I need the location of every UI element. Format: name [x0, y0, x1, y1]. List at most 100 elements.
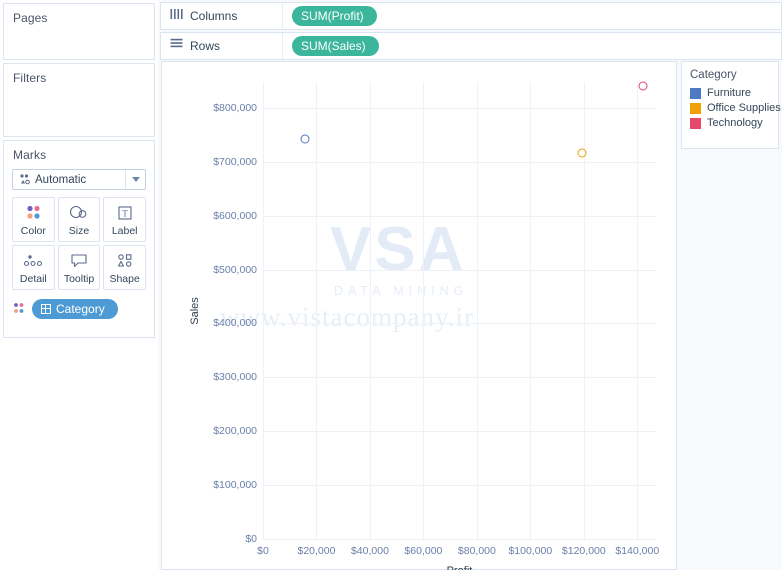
gridline-vertical	[476, 82, 478, 539]
mark-button-shape-label: Shape	[109, 272, 140, 285]
legend-items: Furniture Office Supplies Technology	[690, 87, 781, 129]
mark-buttons-grid: Color Size T Label Detail Tooltip Shape	[12, 197, 146, 290]
gridline-horizontal	[263, 377, 656, 379]
mark-button-tooltip[interactable]: Tooltip	[57, 245, 101, 290]
gridline-vertical	[316, 82, 318, 539]
x-axis-title: Profit	[447, 565, 473, 570]
filters-card: Filters	[3, 63, 155, 137]
mark-button-shape[interactable]: Shape	[103, 245, 146, 290]
left-side-bar: Pages Filters Marks Automatic Color Size…	[0, 0, 158, 570]
columns-shelf-label-box: Columns	[161, 3, 283, 29]
gridline-horizontal	[263, 107, 656, 109]
mark-button-label-label: Label	[111, 224, 138, 237]
x-axis-tick-label: $20,000	[297, 545, 336, 557]
mark-button-detail-label: Detail	[19, 272, 47, 285]
mark-button-label[interactable]: T Label	[103, 197, 146, 242]
color-dots-icon	[23, 203, 43, 223]
color-dots-icon-small	[12, 301, 26, 317]
y-axis-tick-label: $100,000	[213, 479, 257, 492]
mark-button-size-label: Size	[68, 224, 90, 237]
rows-shelf-content[interactable]: SUM(Sales)	[283, 36, 781, 56]
gridline-vertical	[423, 82, 425, 539]
rows-shelf[interactable]: Rows SUM(Sales)	[160, 32, 782, 60]
columns-shelf-label: Columns	[190, 9, 238, 23]
filters-card-title: Filters	[13, 71, 47, 85]
category-legend: Category Furniture Office Supplies Technol…	[681, 61, 781, 149]
y-axis-tick-label: $300,000	[213, 371, 257, 384]
marks-pill-category-label: Category	[56, 302, 105, 316]
gridline-vertical	[263, 82, 264, 539]
tableau-worksheet: Pages Filters Marks Automatic Color Size…	[0, 0, 782, 570]
gridline-horizontal	[263, 215, 656, 217]
mark-button-color-label: Color	[20, 224, 46, 237]
scatter-plot-area[interactable]: $0 $100,000 $200,000 $300,000 $400,000 $500,0…	[189, 81, 659, 570]
gridline-horizontal	[263, 161, 656, 163]
pages-card-title: Pages	[13, 11, 48, 25]
y-axis-tick-label: $600,000	[213, 209, 257, 222]
gridline-vertical	[530, 82, 532, 539]
rows-pill-label: SUM(Sales)	[301, 39, 366, 53]
columns-icon	[170, 7, 183, 25]
x-axis-tick-label: $80,000	[457, 545, 496, 557]
x-axis-tick-label: $60,000	[404, 545, 443, 557]
columns-shelf[interactable]: Columns SUM(Profit)	[160, 2, 782, 30]
tooltip-bubble-icon	[69, 251, 89, 271]
gridline-horizontal	[263, 323, 656, 325]
legend-item-office-supplies[interactable]: Office Supplies	[690, 102, 781, 114]
scatter-point-technology[interactable]	[638, 81, 648, 91]
shape-glyphs-icon	[115, 251, 135, 271]
x-axis-tick-label: $120,000	[561, 545, 606, 557]
pages-card: Pages	[3, 3, 155, 60]
rows-shelf-label-box: Rows	[161, 33, 283, 59]
gridline-horizontal	[263, 269, 656, 271]
columns-pill-label: SUM(Profit)	[301, 9, 364, 23]
mark-button-tooltip-label: Tooltip	[63, 272, 95, 285]
marks-automatic-icon	[13, 173, 33, 186]
x-axis-tick-label: $0	[257, 545, 269, 557]
marks-color-shelf: Category	[12, 299, 146, 319]
visualization-panel: VSA DATA MINING www.vistacompany.ir $0 $1…	[161, 61, 677, 570]
gridline-vertical	[637, 82, 639, 539]
columns-shelf-content[interactable]: SUM(Profit)	[283, 6, 781, 26]
legend-swatch	[690, 117, 701, 129]
label-text-icon: T	[116, 203, 134, 223]
legend-swatch	[690, 102, 701, 114]
legend-item-label: Furniture	[707, 87, 752, 99]
rows-shelf-label: Rows	[190, 39, 221, 53]
scatter-point-furniture[interactable]	[300, 134, 310, 144]
detail-dots-icon	[22, 251, 44, 271]
y-axis-tick-label: $800,000	[213, 101, 257, 114]
gridline-horizontal	[263, 485, 656, 487]
legend-item-technology[interactable]: Technology	[690, 117, 770, 129]
marks-type-value: Automatic	[35, 173, 87, 186]
x-axis-tick-label: $140,000	[615, 545, 660, 557]
marks-type-dropdown[interactable]: Automatic	[12, 169, 146, 190]
x-axis-tick-label: $40,000	[350, 545, 389, 557]
y-axis-tick-label: $500,000	[213, 263, 257, 276]
marks-pill-category[interactable]: Category	[32, 299, 118, 319]
gridline-horizontal	[263, 431, 656, 433]
legend-item-label: Office Supplies	[707, 102, 781, 114]
columns-pill-sum-profit[interactable]: SUM(Profit)	[292, 6, 377, 26]
dimension-grid-icon	[41, 304, 51, 314]
rows-icon	[170, 37, 183, 55]
legend-swatch	[690, 87, 701, 99]
y-axis-tick-label: $700,000	[213, 155, 257, 168]
gridline-horizontal	[263, 539, 656, 540]
size-circles-icon	[68, 203, 90, 223]
y-axis-title: Sales	[189, 296, 201, 325]
x-axis-tick-label: $100,000	[508, 545, 553, 557]
legend-title: Category	[690, 69, 737, 81]
mark-button-color[interactable]: Color	[12, 197, 55, 242]
gridline-vertical	[369, 82, 371, 539]
y-axis-tick-label: $0	[245, 533, 257, 545]
mark-button-size[interactable]: Size	[57, 197, 101, 242]
scatter-point-office-supplies[interactable]	[577, 148, 587, 158]
y-axis-tick-label: $200,000	[213, 425, 257, 438]
legend-item-furniture[interactable]: Furniture	[690, 87, 770, 99]
marks-type-chevron-down-icon[interactable]	[125, 170, 145, 189]
marks-card-title: Marks	[13, 148, 47, 162]
rows-pill-sum-sales[interactable]: SUM(Sales)	[292, 36, 379, 56]
mark-button-detail[interactable]: Detail	[12, 245, 55, 290]
y-axis-tick-label: $400,000	[213, 317, 257, 330]
